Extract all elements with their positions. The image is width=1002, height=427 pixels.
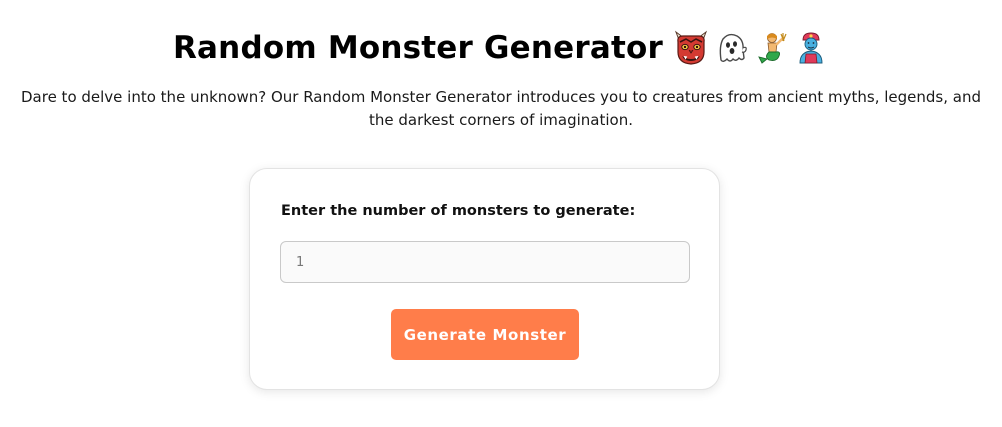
title-row: Random Monster Generator: [0, 30, 1002, 66]
ghost-icon: [719, 33, 747, 62]
merperson-icon: [758, 33, 787, 64]
page-title: Random Monster Generator: [172, 30, 663, 66]
monster-count-input[interactable]: [280, 241, 690, 283]
page: Random Monster Generator Dare to delve i…: [0, 0, 1002, 427]
generator-card: Enter the number of monsters to generate…: [249, 168, 720, 390]
intro-text: Dare to delve into the unknown? Our Rand…: [20, 88, 981, 129]
ogre-icon: [674, 30, 708, 65]
monster-count-label: Enter the number of monsters to generate…: [281, 203, 636, 219]
emoji-group: [673, 30, 829, 66]
genie-icon: [799, 32, 823, 64]
generate-monster-button[interactable]: Generate Monster: [391, 309, 579, 360]
